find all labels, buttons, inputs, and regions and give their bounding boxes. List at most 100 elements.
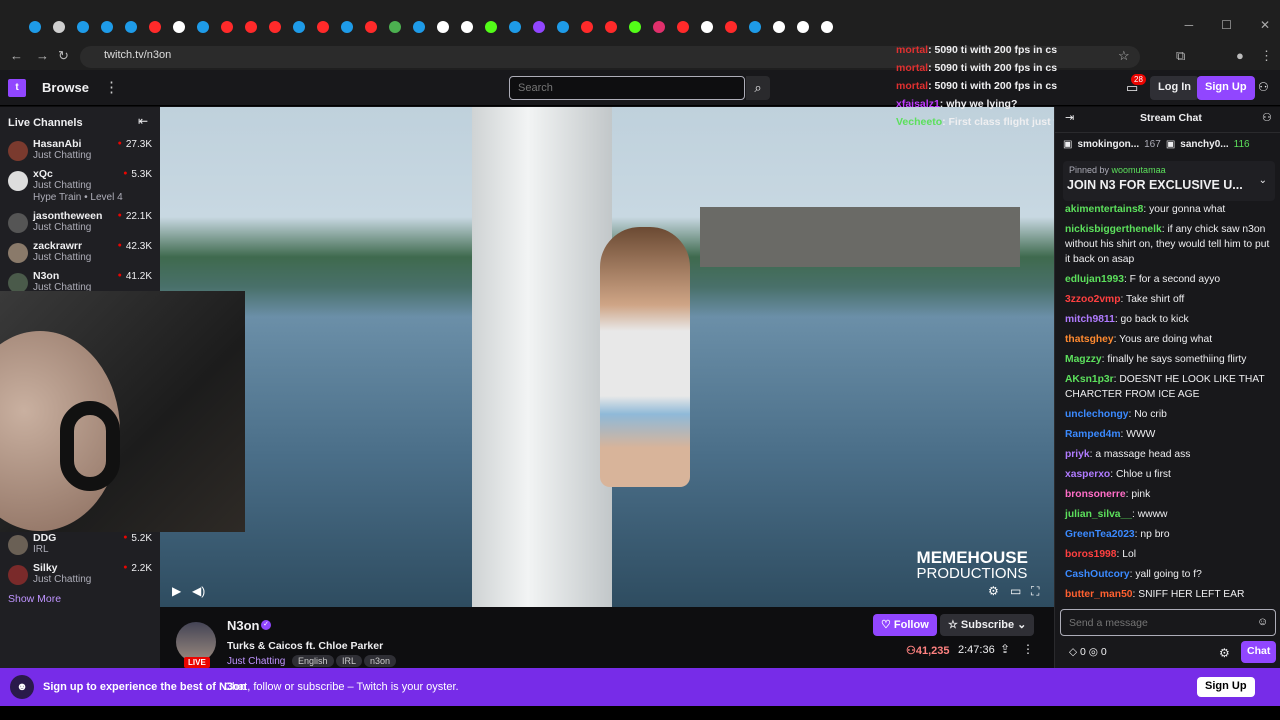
kick-icon[interactable]: [482, 18, 500, 36]
close-window-icon[interactable]: ✕: [1260, 18, 1270, 32]
x-icon[interactable]: [770, 18, 788, 36]
more-options-icon[interactable]: ⋮: [1022, 642, 1034, 656]
reload-icon[interactable]: ↻: [58, 48, 69, 64]
pinned-message[interactable]: Pinned by woomutamaa JOIN N3 FOR EXCLUSI…: [1063, 161, 1275, 201]
edge-icon[interactable]: [26, 18, 44, 36]
youtube-icon[interactable]: [674, 18, 692, 36]
edge-icon[interactable]: [410, 18, 428, 36]
share-icon[interactable]: ⇪: [1000, 642, 1010, 656]
tag[interactable]: n3on: [364, 655, 397, 667]
channel-points[interactable]: ◇ 0 ◎ 0: [1069, 646, 1107, 658]
chat-username[interactable]: bronsonerre: [1065, 489, 1126, 500]
search-input[interactable]: [509, 76, 745, 100]
maximize-icon[interactable]: ☐: [1221, 18, 1232, 32]
tag[interactable]: English: [292, 655, 334, 667]
play-icon[interactable]: ▶: [172, 584, 181, 598]
subscribe-button[interactable]: ☆ Subscribe ⌄: [940, 614, 1035, 636]
chat-settings-icon[interactable]: ⚙: [1219, 646, 1230, 660]
chat-username[interactable]: boros1998: [1065, 549, 1117, 560]
edge-icon[interactable]: [506, 18, 524, 36]
google-icon[interactable]: [386, 18, 404, 36]
signup-button[interactable]: Sign Up: [1197, 76, 1255, 100]
fullscreen-icon[interactable]: ⛶: [1031, 584, 1039, 599]
emote-picker-icon[interactable]: ☺: [1257, 616, 1268, 628]
sidebar-channel[interactable]: HasanAbi Just Chatting 27.3K: [0, 137, 160, 167]
collapse-sidebar-icon[interactable]: ⇤: [138, 114, 148, 128]
youtube-icon[interactable]: [242, 18, 260, 36]
edge-icon[interactable]: [194, 18, 212, 36]
x-icon[interactable]: [434, 18, 452, 36]
instagram-icon[interactable]: [650, 18, 668, 36]
stream-category-link[interactable]: Just Chatting: [227, 656, 285, 667]
youtube-icon[interactable]: [602, 18, 620, 36]
community-icon[interactable]: ⚇: [1262, 111, 1272, 124]
edge-icon[interactable]: [554, 18, 572, 36]
collapse-chat-icon[interactable]: ⇥: [1065, 111, 1074, 124]
show-more-link[interactable]: Show More: [8, 593, 61, 605]
chat-username[interactable]: GreenTea2023: [1065, 529, 1135, 540]
more-menu-icon[interactable]: ⋮: [104, 78, 119, 96]
chat-username[interactable]: mitch9811: [1065, 314, 1115, 325]
video-player[interactable]: MEMEHOUSE PRODUCTIONS ▶ ◀) ⚙ ▭ ⛶: [160, 107, 1054, 607]
x-icon[interactable]: [818, 18, 836, 36]
youtube-icon[interactable]: [218, 18, 236, 36]
edge-icon[interactable]: [74, 18, 92, 36]
user-menu-icon[interactable]: ⚇: [1258, 80, 1269, 94]
chat-username[interactable]: julian_silva__: [1065, 509, 1132, 520]
chat-send-button[interactable]: Chat: [1241, 641, 1277, 663]
edge-icon[interactable]: [290, 18, 308, 36]
chrome-icon[interactable]: [50, 18, 68, 36]
browser-menu-icon[interactable]: ⋮: [1260, 48, 1273, 64]
edge-icon[interactable]: [122, 18, 140, 36]
chat-username[interactable]: unclechongy: [1065, 409, 1129, 420]
chat-username[interactable]: thatsghey: [1065, 334, 1114, 345]
youtube-icon[interactable]: [722, 18, 740, 36]
youtube-icon[interactable]: [266, 18, 284, 36]
chat-username[interactable]: butter_man50: [1065, 589, 1133, 600]
chat-username[interactable]: AKsn1p3r: [1065, 374, 1114, 385]
chat-username[interactable]: Magzzy: [1065, 354, 1102, 365]
volume-icon[interactable]: ◀): [192, 584, 205, 598]
chat-username[interactable]: CashOutcory: [1065, 569, 1130, 580]
twitch-logo-icon[interactable]: t: [8, 79, 26, 97]
gifter-name[interactable]: smokingon...: [1077, 139, 1139, 150]
chat-input[interactable]: [1060, 609, 1276, 636]
gifter-name[interactable]: sanchy0...: [1180, 139, 1228, 150]
youtube-icon[interactable]: [362, 18, 380, 36]
edge-icon[interactable]: [746, 18, 764, 36]
browse-link[interactable]: Browse: [42, 80, 89, 95]
streamer-avatar[interactable]: [176, 622, 216, 662]
chat-username[interactable]: edlujan1993: [1065, 274, 1124, 285]
sidebar-channel[interactable]: jasontheween Just Chatting 22.1K: [0, 209, 160, 239]
streamer-name[interactable]: N3on: [227, 618, 260, 633]
twitch-icon[interactable]: [530, 18, 548, 36]
chat-username[interactable]: 3zzoo2vmp: [1065, 294, 1121, 305]
tiktok-icon[interactable]: [170, 18, 188, 36]
youtube-icon[interactable]: [146, 18, 164, 36]
tag[interactable]: IRL: [336, 655, 363, 667]
youtube-icon[interactable]: [314, 18, 332, 36]
chat-username[interactable]: priyk: [1065, 449, 1090, 460]
chat-username[interactable]: akimentertains8: [1065, 204, 1143, 215]
extensions-icon[interactable]: ⧉: [1176, 48, 1185, 64]
search-icon[interactable]: ⌕: [746, 76, 770, 100]
back-icon[interactable]: ←: [10, 48, 23, 63]
edge-icon[interactable]: [98, 18, 116, 36]
minimize-icon[interactable]: ─: [1185, 18, 1194, 32]
youtube-icon[interactable]: [578, 18, 596, 36]
edge-icon[interactable]: [338, 18, 356, 36]
x-icon[interactable]: [698, 18, 716, 36]
banner-signup-button[interactable]: Sign Up: [1197, 677, 1255, 697]
sidebar-channel[interactable]: zackrawrr Just Chatting 42.3K: [0, 239, 160, 269]
forward-icon[interactable]: →: [36, 48, 49, 63]
bookmark-star-icon[interactable]: ☆: [1118, 48, 1130, 64]
follow-button[interactable]: ♡ Follow: [873, 614, 937, 636]
settings-gear-icon[interactable]: ⚙: [988, 584, 999, 598]
login-button[interactable]: Log In: [1150, 76, 1199, 100]
sidebar-channel[interactable]: DDG IRL 5.2K: [0, 531, 160, 561]
sidebar-channel[interactable]: xQc Just Chatting 5.3K Hype Train • Leve…: [0, 167, 160, 203]
chat-username[interactable]: Ramped4m: [1065, 429, 1121, 440]
profile-icon[interactable]: ●: [1236, 48, 1244, 63]
sidebar-channel[interactable]: Silky Just Chatting 2.2K: [0, 561, 160, 591]
x-icon[interactable]: [794, 18, 812, 36]
